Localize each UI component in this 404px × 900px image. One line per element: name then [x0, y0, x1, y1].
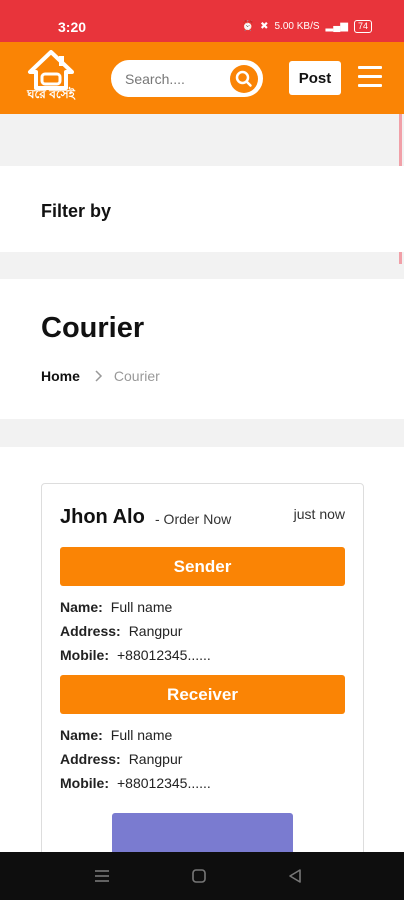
receiver-mobile-row: Mobile: +88012345...... [60, 775, 211, 791]
system-nav-bar [0, 852, 404, 900]
receiver-address-row: Address: Rangpur [60, 751, 182, 767]
sender-mobile-value: +88012345...... [117, 647, 211, 663]
sender-name-label: Name: [60, 599, 103, 615]
mute-icon: ✖ [260, 21, 269, 32]
receiver-mobile-label: Mobile: [60, 775, 109, 791]
post-button[interactable]: Post [289, 61, 341, 95]
alarm-icon: ⏰ [241, 21, 255, 32]
sender-mobile-label: Mobile: [60, 647, 109, 663]
status-icons: ⏰ ✖ 5.00 KB/S ▂▄▆ 74 [242, 20, 372, 33]
status-time: 3:20 [58, 19, 87, 35]
receiver-mobile-value: +88012345...... [117, 775, 211, 791]
recents-icon[interactable] [94, 869, 110, 883]
search-icon [235, 70, 252, 87]
search-box[interactable] [111, 60, 263, 97]
home-nav-icon[interactable] [191, 868, 207, 884]
card-order-text: - Order Now [155, 511, 232, 527]
receiver-name-value: Full name [110, 727, 173, 743]
breadcrumb: Home Courier [41, 368, 160, 384]
status-bar: 3:20 ⏰ ✖ 5.00 KB/S ▂▄▆ 74 [0, 0, 404, 42]
courier-card: Jhon Alo - Order Now just now Sender Nam… [41, 483, 364, 883]
breadcrumb-home-link[interactable]: Home [41, 368, 80, 384]
receiver-address-label: Address: [60, 751, 121, 767]
home-logo-icon [28, 50, 74, 90]
breadcrumb-current: Courier [113, 368, 160, 384]
home-logo[interactable]: ঘরে বসেই [18, 50, 84, 108]
network-speed: 5.00 KB/S [274, 21, 320, 32]
sender-name-value: Full name [110, 599, 173, 615]
sender-address-value: Rangpur [128, 623, 183, 639]
search-button[interactable] [230, 65, 258, 93]
app-header: ঘরে বসেই Post [0, 42, 404, 114]
battery-icon: 74 [353, 20, 372, 33]
sender-name-row: Name: Full name [60, 599, 172, 615]
sender-address-label: Address: [60, 623, 121, 639]
receiver-header: Receiver [60, 675, 345, 714]
card-timestamp: just now [293, 506, 345, 522]
filter-section: Filter by [0, 166, 404, 252]
logo-text: ঘরে বসেই [27, 87, 75, 101]
sender-header: Sender [60, 547, 345, 586]
receiver-name-row: Name: Full name [60, 727, 172, 743]
receiver-name-label: Name: [60, 727, 103, 743]
search-input[interactable] [125, 69, 225, 89]
page-header-section: Courier Home Courier [0, 279, 404, 419]
signal-icon: ▂▄▆ [325, 21, 348, 32]
back-icon[interactable] [287, 868, 303, 884]
sender-address-row: Address: Rangpur [60, 623, 182, 639]
receiver-address-value: Rangpur [128, 751, 183, 767]
card-user-name[interactable]: Jhon Alo [60, 506, 145, 529]
sender-mobile-row: Mobile: +88012345...... [60, 647, 211, 663]
filter-title[interactable]: Filter by [41, 201, 111, 222]
page-title: Courier [41, 312, 145, 344]
hamburger-menu-icon[interactable] [358, 66, 382, 88]
chevron-right-icon [95, 370, 102, 382]
